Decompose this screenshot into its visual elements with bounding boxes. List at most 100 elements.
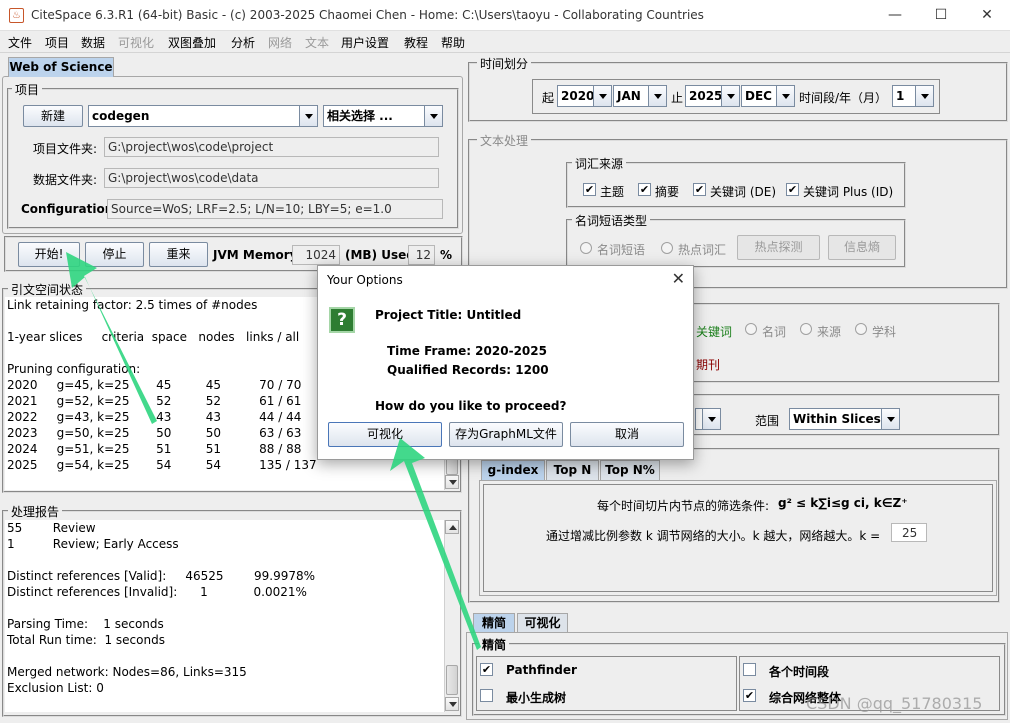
save-graphml-button[interactable]: 存为GraphML文件 bbox=[449, 422, 563, 447]
radio-category[interactable] bbox=[855, 323, 867, 335]
menu-tutorial[interactable]: 教程 bbox=[404, 34, 428, 51]
checkbox-title[interactable]: ✔ bbox=[583, 183, 596, 196]
scroll-thumb[interactable] bbox=[446, 665, 458, 695]
log-line: 55 Review bbox=[7, 521, 96, 535]
new-project-button[interactable]: 新建 bbox=[23, 105, 83, 127]
app-icon: ♨ bbox=[9, 8, 24, 23]
checkbox-mst[interactable] bbox=[480, 689, 493, 702]
checkbox-author-keywords[interactable]: ✔ bbox=[693, 183, 706, 196]
data-folder-label: 数据文件夹: bbox=[33, 173, 98, 187]
tab-g-index[interactable]: g-index bbox=[481, 460, 545, 480]
checkbox-merged-network[interactable]: ✔ bbox=[743, 689, 756, 702]
menu-file[interactable]: 文件 bbox=[8, 34, 32, 51]
report-log[interactable]: 55 Review 1 Review; Early Access Distinc… bbox=[5, 520, 445, 712]
entropy-button[interactable]: 信息熵 bbox=[828, 235, 896, 260]
dialog-project-title: Project Title: Untitled bbox=[375, 308, 522, 322]
tab-top-n[interactable]: Top N bbox=[546, 460, 599, 480]
noun-phrase-label: 名词短语 bbox=[597, 243, 646, 257]
threshold-select[interactable] bbox=[695, 408, 721, 430]
chevron-down-icon bbox=[915, 86, 933, 106]
question-icon: ? bbox=[329, 307, 355, 333]
cancel-button[interactable]: 取消 bbox=[570, 422, 684, 447]
node-type-source-label: 来源 bbox=[817, 325, 842, 339]
menu-visualize[interactable]: 可视化 bbox=[118, 34, 154, 51]
scope-select[interactable]: Within Slices bbox=[789, 408, 900, 430]
menu-data[interactable]: 数据 bbox=[81, 34, 105, 51]
node-type-category-label: 学科 bbox=[872, 325, 897, 339]
radio-hot-terms[interactable] bbox=[661, 242, 673, 254]
radio-term[interactable] bbox=[745, 323, 757, 335]
data-folder-field[interactable]: G:\project\wos\code\data bbox=[104, 168, 439, 188]
term-source-label: 关键词 (DE) bbox=[710, 185, 777, 199]
chevron-down-icon bbox=[721, 86, 739, 106]
menu-bar: 文件 项目 数据 可视化 双图叠加 分析 网络 文本 用户设置 教程 帮助 bbox=[0, 31, 1010, 53]
chevron-down-icon bbox=[593, 86, 611, 106]
to-month-select[interactable]: DEC bbox=[741, 85, 795, 107]
reset-button[interactable]: 重来 bbox=[149, 242, 208, 267]
minimize-icon[interactable]: — bbox=[872, 0, 918, 31]
pathfinder-label: Pathfinder bbox=[506, 663, 577, 677]
relevance-select[interactable]: 相关选择 ... bbox=[323, 105, 443, 127]
menu-settings[interactable]: 用户设置 bbox=[341, 34, 389, 51]
from-year-select[interactable]: 2020 bbox=[557, 85, 612, 107]
report-scrollbar[interactable] bbox=[444, 520, 459, 712]
log-line: Total Run time: 1 seconds bbox=[7, 633, 165, 647]
tab-top-n-percent[interactable]: Top N% bbox=[600, 460, 660, 480]
checkbox-slices[interactable] bbox=[743, 663, 756, 676]
burst-detect-button[interactable]: 热点探测 bbox=[737, 235, 820, 260]
hot-terms-label: 热点词汇 bbox=[678, 243, 727, 257]
scope-value: Within Slices bbox=[793, 412, 881, 426]
radio-noun-phrase[interactable] bbox=[580, 242, 592, 254]
chevron-down-icon bbox=[299, 106, 317, 126]
relevance-select-value: 相关选择 ... bbox=[327, 109, 393, 123]
k-value-input[interactable]: 25 bbox=[891, 523, 927, 542]
dialog-qualified-records: Qualified Records: 1200 bbox=[387, 363, 549, 377]
scroll-down-icon[interactable] bbox=[445, 475, 459, 489]
project-select[interactable]: codegen bbox=[88, 105, 318, 127]
from-label: 起 bbox=[542, 91, 555, 105]
term-source-label: 主题 bbox=[600, 185, 625, 199]
watermark: CSDN @qq_51780315 bbox=[806, 694, 983, 713]
menu-project[interactable]: 项目 bbox=[45, 34, 69, 51]
tab-web-of-science[interactable]: Web of Science bbox=[8, 57, 114, 77]
from-month-select[interactable]: JAN bbox=[613, 85, 667, 107]
chevron-down-icon bbox=[702, 409, 720, 429]
from-month-value: JAN bbox=[617, 89, 641, 103]
time-slicing-legend: 时间划分 bbox=[477, 55, 532, 72]
maximize-icon[interactable]: ☐ bbox=[918, 0, 964, 31]
radio-source[interactable] bbox=[800, 323, 812, 335]
close-icon[interactable]: ✕ bbox=[964, 0, 1010, 31]
menu-text[interactable]: 文本 bbox=[305, 34, 329, 51]
checkbox-abstract[interactable]: ✔ bbox=[638, 183, 651, 196]
checkbox-keywords-plus[interactable]: ✔ bbox=[786, 183, 799, 196]
tab-visualization[interactable]: 可视化 bbox=[517, 613, 568, 633]
chevron-down-icon bbox=[776, 86, 794, 106]
stop-button[interactable]: 停止 bbox=[85, 242, 144, 267]
configuration-field[interactable]: Source=WoS; LRF=2.5; L/N=10; LBY=5; e=1.… bbox=[107, 199, 443, 219]
slice-length-label: 时间段/年（月） bbox=[799, 91, 888, 105]
menu-network[interactable]: 网络 bbox=[268, 34, 292, 51]
menu-help[interactable]: 帮助 bbox=[441, 34, 465, 51]
start-button[interactable]: 开始! bbox=[18, 242, 80, 267]
checkbox-pathfinder[interactable]: ✔ bbox=[480, 663, 493, 676]
g-index-description: 通过增减比例参数 k 调节网络的大小。k 越大，网络越大。k = bbox=[546, 529, 881, 543]
close-icon[interactable]: ✕ bbox=[672, 269, 685, 288]
title-bar: ♨ CiteSpace 6.3.R1 (64-bit) Basic - (c) … bbox=[0, 0, 1010, 31]
tab-pruning[interactable]: 精简 bbox=[473, 613, 515, 633]
project-folder-field[interactable]: G:\project\wos\code\project bbox=[104, 137, 439, 157]
log-line: Distinct references [Invalid]: 1 0.0021% bbox=[7, 585, 307, 599]
scroll-up-icon[interactable] bbox=[445, 520, 459, 534]
log-line: Exclusion List: 0 bbox=[7, 681, 104, 695]
term-source-label: 关键词 Plus (ID) bbox=[803, 185, 894, 199]
slice-length-select[interactable]: 1 bbox=[892, 85, 934, 107]
menu-analysis[interactable]: 分析 bbox=[231, 34, 255, 51]
scroll-down-icon[interactable] bbox=[445, 697, 459, 711]
citation-space-legend: 引文空间状态 bbox=[8, 281, 87, 298]
menu-dual-map[interactable]: 双图叠加 bbox=[168, 34, 216, 51]
visualize-button[interactable]: 可视化 bbox=[328, 422, 442, 447]
to-year-select[interactable]: 2025 bbox=[685, 85, 740, 107]
slice-length-value: 1 bbox=[896, 89, 905, 103]
scope-label: 范围 bbox=[755, 414, 780, 428]
